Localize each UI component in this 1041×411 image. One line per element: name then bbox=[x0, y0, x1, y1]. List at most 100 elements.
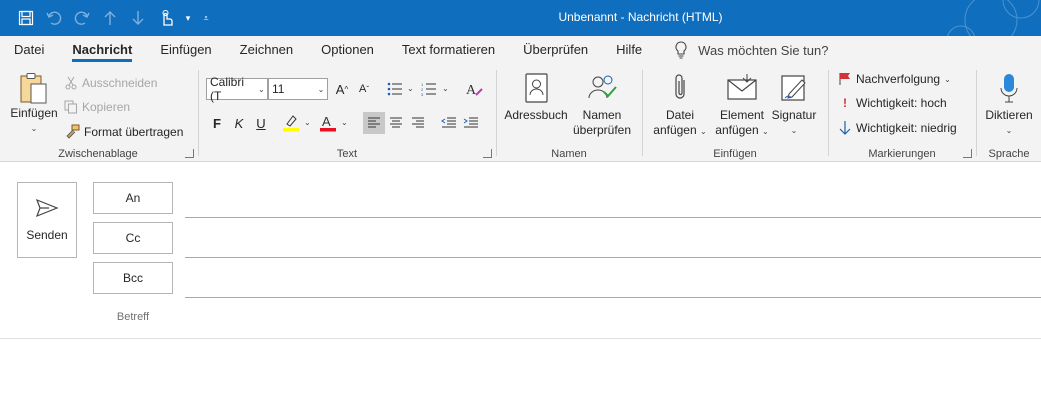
clear-formatting-icon[interactable]: A bbox=[464, 78, 486, 100]
follow-up-label: Nachverfolgung bbox=[856, 72, 941, 86]
font-size-combo[interactable]: 11 ⌄ bbox=[268, 78, 328, 100]
group-label-tags: Markierungen bbox=[868, 148, 936, 160]
increase-indent-icon[interactable] bbox=[460, 112, 482, 134]
to-button[interactable]: An bbox=[93, 182, 173, 214]
attach-item-button[interactable]: Element anfügen ⌄ bbox=[712, 72, 772, 139]
bcc-button[interactable]: Bcc bbox=[93, 262, 173, 294]
ribbon-separator bbox=[198, 70, 199, 156]
chevron-down-icon[interactable]: ⌄ bbox=[341, 118, 348, 127]
chevron-down-icon: ⌄ bbox=[944, 74, 951, 84]
dialog-launcher-icon[interactable] bbox=[963, 149, 972, 158]
signature-icon bbox=[781, 75, 806, 101]
tab-options[interactable]: Optionen bbox=[307, 36, 388, 64]
font-name-combo[interactable]: Calibri (T ⌄ bbox=[206, 75, 268, 103]
bcc-field[interactable] bbox=[185, 297, 1041, 298]
attach-file-label-line2: anfügen ⌄ bbox=[653, 123, 707, 137]
svg-text:A: A bbox=[322, 114, 331, 129]
flag-icon bbox=[839, 73, 850, 85]
dictate-button[interactable]: Diktieren ⌄ bbox=[980, 72, 1038, 138]
cut-button[interactable]: Ausschneiden bbox=[64, 76, 157, 90]
ribbon-separator bbox=[496, 70, 497, 156]
bold-button[interactable]: F bbox=[206, 112, 228, 134]
high-importance-button[interactable]: ! Wichtigkeit: hoch bbox=[838, 96, 947, 110]
group-label-names: Namen bbox=[551, 148, 587, 160]
send-button[interactable]: Senden bbox=[17, 182, 77, 258]
check-names-button[interactable]: Namen überprüfen bbox=[570, 72, 634, 138]
exclamation-icon: ! bbox=[843, 96, 847, 110]
font-color-icon[interactable]: A bbox=[317, 112, 339, 134]
ribbon-separator bbox=[976, 70, 977, 156]
bullets-icon[interactable] bbox=[384, 78, 406, 100]
highlight-icon[interactable] bbox=[280, 112, 302, 134]
format-painter-button[interactable]: Format übertragen bbox=[64, 124, 183, 140]
dialog-launcher-icon[interactable] bbox=[483, 149, 492, 158]
tab-draw[interactable]: Zeichnen bbox=[226, 36, 307, 64]
address-book-button[interactable]: Adressbuch bbox=[502, 72, 570, 123]
ribbon-tabs: Datei Nachricht Einfügen Zeichnen Option… bbox=[0, 36, 1041, 64]
attach-file-button[interactable]: Datei anfügen ⌄ bbox=[648, 72, 712, 139]
tell-me-text: Was möchten Sie tun? bbox=[698, 42, 829, 58]
paste-button[interactable]: Einfügen ⌄ bbox=[8, 72, 60, 136]
attach-item-label-line2: anfügen ⌄ bbox=[715, 123, 769, 137]
signature-label: Signatur bbox=[771, 108, 817, 122]
address-book-icon bbox=[525, 73, 548, 103]
shrink-font-icon[interactable]: Aˇ bbox=[353, 78, 375, 100]
tab-review[interactable]: Überprüfen bbox=[509, 36, 602, 64]
cc-field[interactable] bbox=[185, 257, 1041, 258]
chevron-down-icon[interactable]: ⌄ bbox=[442, 84, 449, 93]
grow-font-icon[interactable]: A ^ bbox=[331, 78, 353, 100]
send-label: Senden bbox=[26, 228, 68, 242]
ribbon: Einfügen ⌄ Ausschneiden Kopieren Format … bbox=[0, 64, 1041, 162]
lightbulb-icon bbox=[675, 41, 687, 59]
decrease-indent-icon[interactable] bbox=[438, 112, 460, 134]
signature-button[interactable]: Signatur ⌄ bbox=[768, 72, 820, 138]
chevron-down-icon: ⌄ bbox=[1005, 126, 1013, 135]
group-voice: Diktieren ⌄ Sprache bbox=[978, 68, 1040, 162]
paperclip-icon bbox=[675, 74, 685, 99]
check-names-icon bbox=[588, 75, 617, 99]
follow-up-button[interactable]: Nachverfolgung ⌄ bbox=[838, 72, 951, 86]
align-center-icon[interactable] bbox=[385, 112, 407, 134]
title-bar-decoration bbox=[947, 0, 1040, 36]
format-painter-label: Format übertragen bbox=[84, 125, 184, 139]
tab-message[interactable]: Nachricht bbox=[58, 36, 146, 64]
high-importance-label: Wichtigkeit: hoch bbox=[856, 96, 947, 110]
attach-item-label-line1: Element bbox=[719, 108, 765, 122]
tab-file[interactable]: Datei bbox=[0, 36, 58, 64]
arrow-down-icon bbox=[839, 121, 851, 135]
chevron-down-icon[interactable]: ⌄ bbox=[407, 84, 414, 93]
chevron-down-icon: ⌄ bbox=[30, 124, 38, 133]
group-label-voice: Sprache bbox=[988, 148, 1030, 160]
copy-label: Kopieren bbox=[82, 100, 131, 114]
dialog-launcher-icon[interactable] bbox=[185, 149, 194, 158]
group-label-include: Einfügen bbox=[713, 148, 757, 160]
chevron-down-icon[interactable]: ⌄ bbox=[304, 118, 311, 127]
attach-file-label-line1: Datei bbox=[665, 108, 694, 122]
check-names-label-line1: Namen bbox=[582, 108, 622, 122]
group-label-text: Text bbox=[336, 148, 358, 160]
group-include: Datei anfügen ⌄ Element anfügen ⌄ Signat… bbox=[644, 68, 826, 162]
align-right-icon[interactable] bbox=[407, 112, 429, 134]
window-title: Unbenannt - Nachricht (HTML) bbox=[558, 10, 723, 24]
microphone-icon bbox=[1000, 74, 1018, 103]
italic-button[interactable]: K bbox=[228, 112, 250, 134]
paintbrush-icon bbox=[66, 124, 80, 139]
message-body-separator bbox=[0, 338, 1041, 339]
chevron-down-icon: ⌄ bbox=[317, 84, 325, 94]
tab-help[interactable]: Hilfe bbox=[602, 36, 656, 64]
tab-insert[interactable]: Einfügen bbox=[146, 36, 225, 64]
cc-button[interactable]: Cc bbox=[93, 222, 173, 254]
tell-me-box[interactable]: Was möchten Sie tun? bbox=[674, 41, 828, 59]
numbering-icon[interactable]: 123 bbox=[418, 78, 440, 100]
title-bar: ▾ ⩡ Unbenannt - Nachricht (HTML) bbox=[0, 0, 1041, 36]
low-importance-button[interactable]: Wichtigkeit: niedrig bbox=[838, 120, 957, 136]
underline-button[interactable]: U bbox=[250, 112, 272, 134]
group-label-clipboard: Zwischenablage bbox=[58, 148, 138, 160]
copy-button[interactable]: Kopieren bbox=[64, 100, 130, 114]
to-field[interactable] bbox=[185, 217, 1041, 218]
align-left-icon[interactable] bbox=[363, 112, 385, 134]
svg-text:A: A bbox=[466, 83, 477, 97]
cut-label: Ausschneiden bbox=[82, 76, 158, 90]
tab-format-text[interactable]: Text formatieren bbox=[388, 36, 509, 64]
scissors-icon bbox=[65, 76, 77, 90]
